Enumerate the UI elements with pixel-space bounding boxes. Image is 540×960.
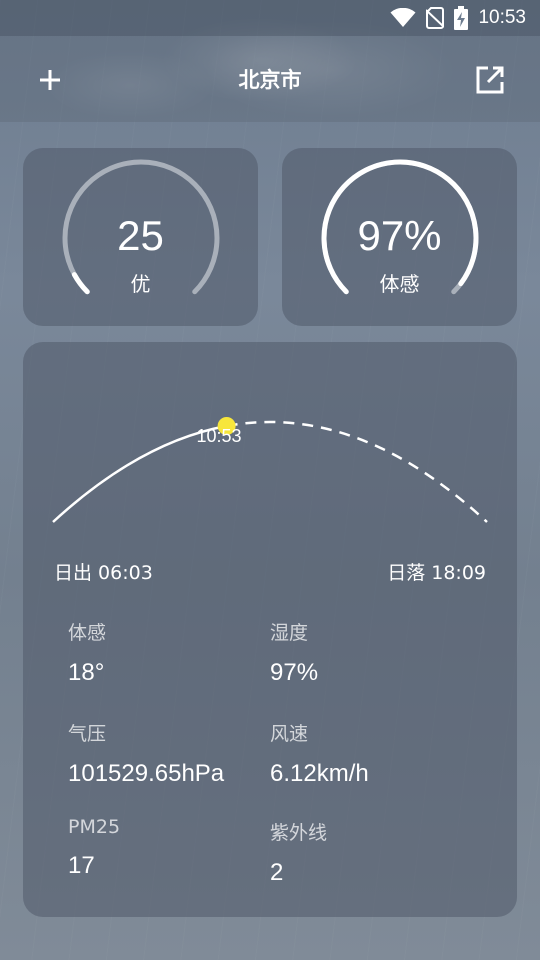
detail-pressure: 气压 101529.65hPa: [68, 719, 268, 788]
detail-value: 6.12km/h: [270, 760, 369, 787]
sun-arc-future: [226, 420, 488, 523]
detail-value: 17: [68, 852, 95, 879]
detail-uv-index: 紫外线 2: [270, 818, 470, 887]
status-time: 10:53: [478, 7, 526, 28]
wifi-icon: [390, 8, 416, 28]
detail-label: 紫外线: [270, 822, 328, 844]
share-button[interactable]: [470, 60, 510, 100]
detail-value: 18°: [68, 659, 105, 686]
detail-value: 2: [270, 859, 284, 886]
sun-arc: [52, 417, 488, 523]
page-title: 北京市: [238, 68, 302, 92]
humidity-label: 体感: [379, 272, 420, 296]
app-bar: 北京市: [0, 36, 540, 122]
detail-label: 湿度: [270, 622, 309, 644]
detail-value: 101529.65hPa: [68, 760, 225, 787]
detail-feels-like: 体感 18°: [68, 618, 268, 687]
humidity-value: 97%: [357, 212, 442, 259]
detail-label: PM25: [68, 816, 121, 838]
detail-wind-speed: 风速 6.12km/h: [270, 719, 470, 788]
aqi-card: 25 优: [23, 148, 258, 326]
aqi-value: 25: [117, 212, 164, 259]
detail-label: 气压: [68, 723, 107, 745]
detail-humidity: 湿度 97%: [270, 618, 470, 687]
status-bar: 10:53: [0, 0, 540, 36]
detail-label: 风速: [270, 723, 309, 745]
detail-card: 10:53 日出 06:03 日落 18:09 体感 18° 湿度 97% 气压…: [23, 342, 517, 917]
battery-charging-icon: [454, 6, 469, 30]
aqi-label: 优: [130, 272, 151, 296]
detail-value: 97%: [270, 659, 319, 686]
no-sim-icon: [426, 7, 445, 29]
detail-label: 体感: [68, 622, 107, 644]
humidity-card: 97% 体感: [282, 148, 517, 326]
detail-pm25: PM25 17: [68, 816, 268, 880]
open-external-icon: [476, 66, 504, 94]
sun-current-time: 10:53: [196, 426, 242, 446]
sunset-time: 日落 18:09: [387, 562, 486, 584]
sunrise-time: 日出 06:03: [54, 562, 153, 584]
